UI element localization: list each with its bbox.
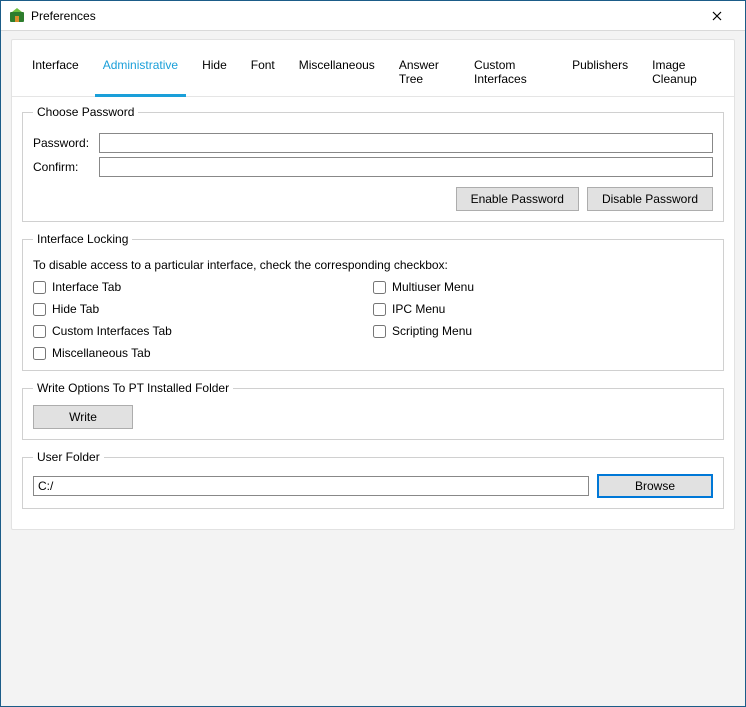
tab-answer-tree[interactable]: Answer Tree [387,50,462,96]
write-options-legend: Write Options To PT Installed Folder [33,381,233,395]
close-button[interactable] [697,8,737,24]
check-label: Hide Tab [52,302,99,316]
interface-locking-group: Interface Locking To disable access to a… [22,232,724,371]
interface-locking-help: To disable access to a particular interf… [33,258,713,272]
tab-hide[interactable]: Hide [190,50,239,96]
tab-bar: Interface Administrative Hide Font Misce… [12,46,734,97]
app-icon [9,8,25,24]
write-options-group: Write Options To PT Installed Folder Wri… [22,381,724,440]
confirm-field[interactable] [99,157,713,177]
user-folder-legend: User Folder [33,450,104,464]
disable-password-button[interactable]: Disable Password [587,187,713,211]
check-label: Multiuser Menu [392,280,474,294]
check-label: Interface Tab [52,280,121,294]
main-panel: Interface Administrative Hide Font Misce… [11,39,735,530]
close-icon [712,11,722,21]
checkbox-interface-tab[interactable] [33,281,46,294]
enable-password-button[interactable]: Enable Password [456,187,579,211]
check-multiuser-menu[interactable]: Multiuser Menu [373,280,713,294]
confirm-label: Confirm: [33,160,99,174]
checkbox-miscellaneous-tab[interactable] [33,347,46,360]
check-label: Custom Interfaces Tab [52,324,172,338]
password-label: Password: [33,136,99,150]
check-label: IPC Menu [392,302,445,316]
tab-administrative[interactable]: Administrative [91,50,190,96]
content-area: Interface Administrative Hide Font Misce… [1,31,745,706]
tab-interface[interactable]: Interface [20,50,91,96]
tab-font[interactable]: Font [239,50,287,96]
password-field[interactable] [99,133,713,153]
check-interface-tab[interactable]: Interface Tab [33,280,373,294]
choose-password-group: Choose Password Password: Confirm: Enabl… [22,105,724,222]
check-label: Scripting Menu [392,324,472,338]
user-folder-group: User Folder Browse [22,450,724,509]
browse-button[interactable]: Browse [597,474,713,498]
checkbox-ipc-menu[interactable] [373,303,386,316]
choose-password-legend: Choose Password [33,105,138,119]
tab-miscellaneous[interactable]: Miscellaneous [287,50,387,96]
user-folder-field[interactable] [33,476,589,496]
check-custom-interfaces-tab[interactable]: Custom Interfaces Tab [33,324,373,338]
tab-publishers[interactable]: Publishers [560,50,640,96]
tab-image-cleanup[interactable]: Image Cleanup [640,50,726,96]
check-label: Miscellaneous Tab [52,346,151,360]
tab-custom-interfaces[interactable]: Custom Interfaces [462,50,560,96]
window-title: Preferences [31,9,697,23]
checkbox-multiuser-menu[interactable] [373,281,386,294]
check-miscellaneous-tab[interactable]: Miscellaneous Tab [33,346,373,360]
checkbox-scripting-menu[interactable] [373,325,386,338]
check-scripting-menu[interactable]: Scripting Menu [373,324,713,338]
interface-locking-legend: Interface Locking [33,232,132,246]
write-button[interactable]: Write [33,405,133,429]
check-ipc-menu[interactable]: IPC Menu [373,302,713,316]
title-bar: Preferences [1,1,745,31]
check-hide-tab[interactable]: Hide Tab [33,302,373,316]
checkbox-custom-interfaces-tab[interactable] [33,325,46,338]
checkbox-hide-tab[interactable] [33,303,46,316]
